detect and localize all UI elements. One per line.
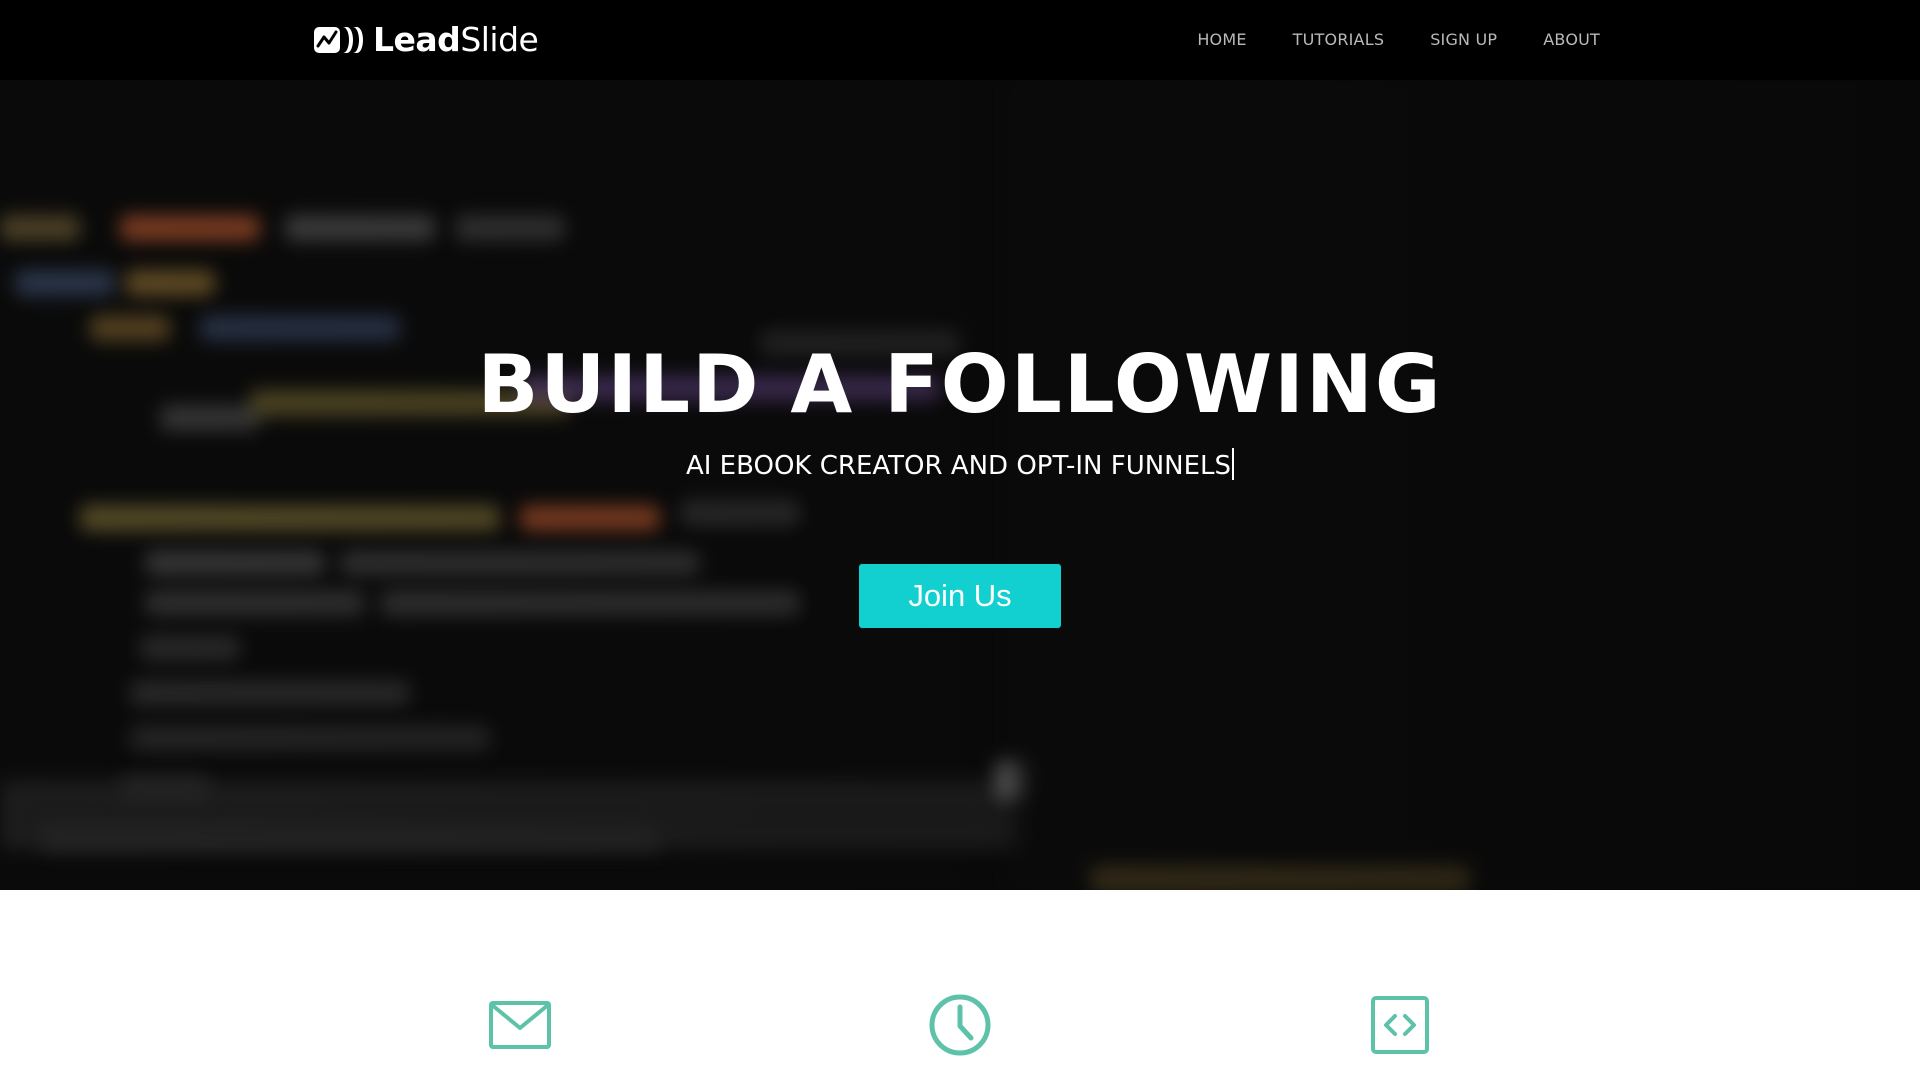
envelope-icon <box>489 1001 551 1049</box>
nav-link-tutorials[interactable]: TUTORIALS <box>1293 30 1385 49</box>
hero-section: BUILD A FOLLOWING AI EBOOK CREATOR AND O… <box>0 80 1920 890</box>
features-section <box>0 890 1920 1080</box>
brand-name-light: Slide <box>460 20 539 59</box>
nav-item-sign-up: SIGN UP <box>1430 30 1497 50</box>
hero-subtitle-text: AI EBOOK CREATOR AND OPT-IN FUNNELS <box>685 451 1232 481</box>
join-us-button[interactable]: Join Us <box>859 564 1061 628</box>
logo-mark-icon <box>314 27 363 53</box>
code-icon <box>1371 996 1429 1054</box>
nav-item-tutorials: TUTORIALS <box>1293 30 1385 50</box>
nav-link-about[interactable]: ABOUT <box>1543 30 1600 49</box>
typing-cursor <box>1232 448 1235 480</box>
clock-icon <box>929 994 991 1056</box>
brand-name-bold: Lead <box>373 20 461 59</box>
nav-item-about: ABOUT <box>1543 30 1600 50</box>
brand-logo[interactable]: LeadSlide <box>313 20 539 59</box>
top-navbar: LeadSlide HOME TUTORIALS SIGN UP ABOUT <box>0 0 1920 80</box>
nav-item-home: HOME <box>1197 30 1246 50</box>
hero-content: BUILD A FOLLOWING AI EBOOK CREATOR AND O… <box>0 80 1920 890</box>
hero-subtitle: AI EBOOK CREATOR AND OPT-IN FUNNELS <box>0 448 1920 484</box>
hero-title: BUILD A FOLLOWING <box>477 338 1443 431</box>
nav-menu: HOME TUTORIALS SIGN UP ABOUT <box>1151 0 1600 80</box>
nav-link-sign-up[interactable]: SIGN UP <box>1430 30 1497 49</box>
nav-link-home[interactable]: HOME <box>1197 30 1246 49</box>
brand-name: LeadSlide <box>373 20 539 59</box>
